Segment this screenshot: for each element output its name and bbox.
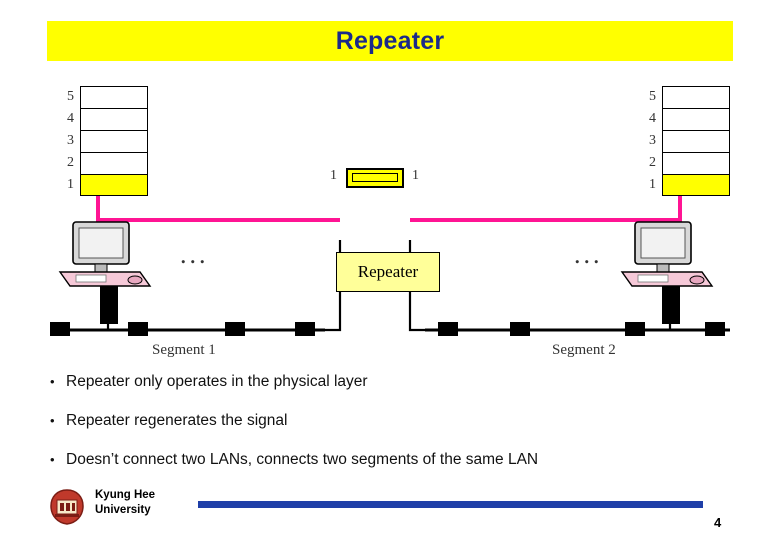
bullet-text-1: Repeater only operates in the physical l… — [66, 373, 368, 390]
ellipsis-left: ... — [180, 240, 209, 269]
university-name-line2: University — [95, 504, 151, 516]
bullet-item-2: • Repeater regenerates the signal — [50, 411, 740, 431]
bullet-item-3: • Doesn’t connect two LANs, connects two… — [50, 450, 740, 470]
right-stack-label-3: 3 — [649, 133, 656, 148]
left-protocol-stack — [80, 86, 148, 196]
left-stack-label-5: 5 — [67, 89, 74, 104]
page-number: 4 — [714, 515, 722, 530]
segment-2-label: Segment 2 — [552, 342, 616, 358]
page-title: Repeater — [335, 26, 445, 55]
bullet-marker-icon: • — [50, 413, 55, 428]
left-stack-cell-1 — [80, 174, 148, 196]
bullet-marker-icon: • — [50, 452, 55, 467]
footer-divider — [198, 501, 703, 508]
repeater-box: Repeater — [336, 252, 440, 292]
right-protocol-stack — [662, 86, 730, 196]
repeater-box-label: Repeater — [357, 262, 419, 281]
university-logo — [48, 488, 86, 526]
slide-root: Repeater 5 4 3 2 1 5 4 3 2 1 1 1 Repeate… — [0, 0, 780, 540]
bullet-text-2: Repeater regenerates the signal — [66, 412, 288, 429]
left-stack-label-3: 3 — [67, 133, 74, 148]
university-name: Kyung Hee University — [95, 488, 155, 518]
right-stack-cell-2 — [662, 152, 730, 174]
right-stack-label-2: 2 — [649, 155, 656, 170]
left-stack-cell-2 — [80, 152, 148, 174]
left-stack-label-2: 2 — [67, 155, 74, 170]
repeater-layer-label-right: 1 — [412, 168, 419, 183]
right-stack-cell-4 — [662, 108, 730, 130]
repeater-physical-cell-inner — [352, 173, 398, 182]
right-stack-labels: 5 4 3 2 1 — [636, 86, 656, 196]
right-stack-label-5: 5 — [649, 89, 656, 104]
bullet-text-3: Doesn’t connect two LANs, connects two s… — [66, 451, 539, 468]
ellipsis-right: ... — [574, 240, 603, 269]
left-stack-cell-3 — [80, 130, 148, 152]
segment-1-label: Segment 1 — [152, 342, 216, 358]
repeater-layer-label-left: 1 — [330, 168, 337, 183]
slide-title-bar: Repeater — [47, 21, 733, 61]
left-stack-cell-5 — [80, 86, 148, 108]
left-stack-cell-4 — [80, 108, 148, 130]
right-stack-label-4: 4 — [649, 111, 656, 126]
bullet-list: • Repeater only operates in the physical… — [50, 372, 740, 489]
right-stack-cell-3 — [662, 130, 730, 152]
left-stack-label-4: 4 — [67, 111, 74, 126]
right-stack-cell-5 — [662, 86, 730, 108]
university-name-line1: Kyung Hee — [95, 489, 156, 501]
left-stack-label-1: 1 — [67, 177, 74, 192]
bullet-item-1: • Repeater only operates in the physical… — [50, 372, 740, 392]
left-stack-labels: 5 4 3 2 1 — [54, 86, 74, 196]
computer-left — [58, 221, 152, 287]
right-stack-label-1: 1 — [649, 177, 656, 192]
bullet-marker-icon: • — [50, 374, 55, 389]
repeater-diagram: 5 4 3 2 1 5 4 3 2 1 1 1 Repeater ... ...… — [40, 72, 740, 362]
computer-right — [620, 221, 714, 287]
right-stack-cell-1 — [662, 174, 730, 196]
